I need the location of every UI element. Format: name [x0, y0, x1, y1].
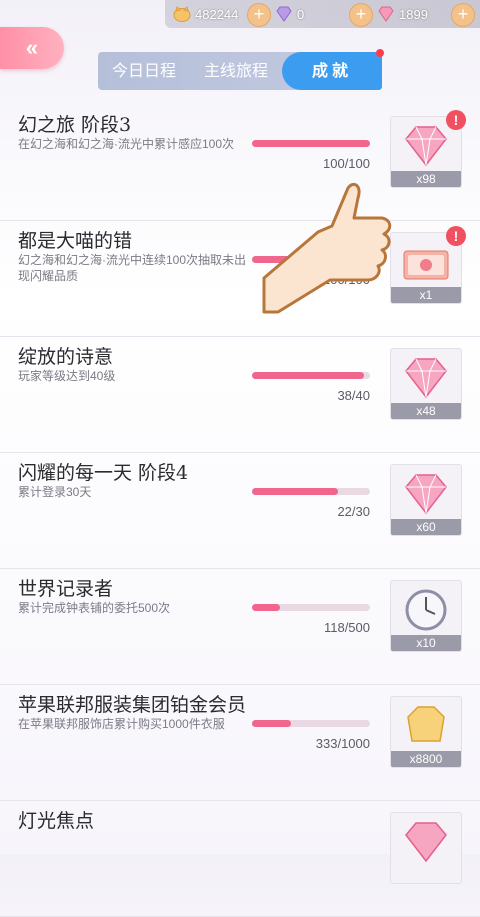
clock-icon	[405, 589, 447, 631]
achievement-row[interactable]: 闪耀的每一天 阶段4 累计登录30天 22/30 x60	[0, 452, 480, 569]
thumbs-up-icon	[262, 182, 392, 314]
back-button[interactable]: «	[0, 27, 64, 69]
progress-count: 333/1000	[315, 736, 370, 751]
purple-diamond-balance: 0	[275, 4, 304, 24]
tab-bar: 今日日程 主线旅程 成就	[98, 49, 384, 90]
cat-coin-balance: 482244	[173, 4, 238, 24]
achievement-desc: 幻之海和幻之海·流光中连续100次抽取未出现闪耀品质	[18, 253, 247, 283]
pink-diamond-value: 1899	[399, 6, 428, 22]
progress-fill	[252, 488, 339, 495]
reward-quantity: x8800	[391, 751, 461, 767]
progress-bar	[252, 488, 370, 495]
progress-count: 118/500	[323, 620, 370, 635]
reward-box[interactable]: x48	[390, 348, 462, 420]
tab-notification-dot	[376, 49, 384, 57]
pink-diamond-balance: 1899	[377, 4, 428, 24]
add-purple-diamond-button[interactable]: +	[349, 3, 373, 27]
progress-bar	[252, 720, 370, 727]
pink-diamond-icon	[405, 822, 447, 863]
achievement-row[interactable]: 苹果联邦服装集团铂金会员 在苹果联邦服饰店累计购买1000件衣服 333/100…	[0, 684, 480, 801]
reward-box[interactable]: x60	[390, 464, 462, 536]
achievement-row[interactable]: 绽放的诗意 玩家等级达到40级 38/40 x48	[0, 336, 480, 453]
pink-diamond-icon	[378, 6, 394, 22]
achievement-title: 绽放的诗意	[18, 346, 114, 368]
progress-bar	[252, 140, 370, 147]
add-cat-coin-button[interactable]: +	[247, 3, 271, 27]
achievement-row[interactable]: 灯光焦点	[0, 800, 480, 917]
progress-fill	[252, 372, 365, 379]
tab-daily-schedule[interactable]: 今日日程	[98, 52, 190, 90]
tab-achievements[interactable]: 成就	[282, 52, 382, 90]
reward-quantity: x98	[391, 171, 461, 187]
achievement-desc: 累计完成钟表铺的委托500次	[18, 601, 171, 615]
pink-diamond-icon	[405, 126, 447, 167]
tab-main-journey[interactable]: 主线旅程	[190, 52, 282, 90]
progress-fill	[252, 604, 281, 611]
add-pink-diamond-button[interactable]: +	[451, 3, 475, 27]
achievement-title: 闪耀的每一天 阶段4	[18, 462, 189, 484]
progress-count: 22/30	[337, 504, 370, 519]
reward-quantity: x10	[391, 635, 461, 651]
progress-fill	[252, 720, 291, 727]
achievement-title: 幻之旅 阶段3	[18, 114, 132, 136]
achievement-title: 苹果联邦服装集团铂金会员	[18, 694, 247, 716]
purple-diamond-icon	[276, 6, 292, 22]
alert-icon: !	[446, 226, 466, 246]
achievement-desc: 玩家等级达到40级	[18, 369, 116, 383]
pink-diamond-icon	[405, 358, 447, 399]
achievement-title: 都是大喵的错	[18, 230, 133, 252]
progress-bar	[252, 604, 370, 611]
achievement-row[interactable]: 都是大喵的错 幻之海和幻之海·流光中连续100次抽取未出现闪耀品质 100/10…	[0, 220, 480, 337]
cat-coin-icon	[173, 6, 191, 22]
progress-bar	[252, 372, 370, 379]
pink-diamond-icon	[405, 474, 447, 515]
achievement-row[interactable]: 幻之旅 阶段3 在幻之海和幻之海·流光中累计感应100次 100/100 x98…	[0, 104, 480, 221]
achievement-title: 灯光焦点	[18, 810, 95, 832]
progress-count: 100/100	[323, 156, 370, 171]
reward-quantity: x60	[391, 519, 461, 535]
progress-fill	[252, 140, 370, 147]
alert-icon: !	[446, 110, 466, 130]
progress-count: 38/40	[337, 388, 370, 403]
achievement-row[interactable]: 世界记录者 累计完成钟表铺的委托500次 118/500 x10	[0, 568, 480, 685]
achievement-desc: 在幻之海和幻之海·流光中累计感应100次	[18, 137, 235, 151]
reward-box[interactable]: x8800	[390, 696, 462, 768]
achievement-title: 世界记录者	[18, 578, 114, 600]
achievement-desc: 累计登录30天	[18, 485, 92, 499]
cat-coin-value: 482244	[195, 6, 239, 22]
reward-quantity: x48	[391, 403, 461, 419]
purple-diamond-value: 0	[297, 6, 305, 22]
gold-coin-icon	[407, 706, 445, 742]
achievement-desc: 在苹果联邦服饰店累计购买1000件衣服	[18, 717, 225, 731]
gift-ticket-icon	[403, 250, 449, 280]
currency-bar: 482244 + 0 + 1899 +	[165, 0, 480, 28]
reward-quantity: x1	[391, 287, 461, 303]
reward-box[interactable]: x10	[390, 580, 462, 652]
reward-box[interactable]	[390, 812, 462, 884]
